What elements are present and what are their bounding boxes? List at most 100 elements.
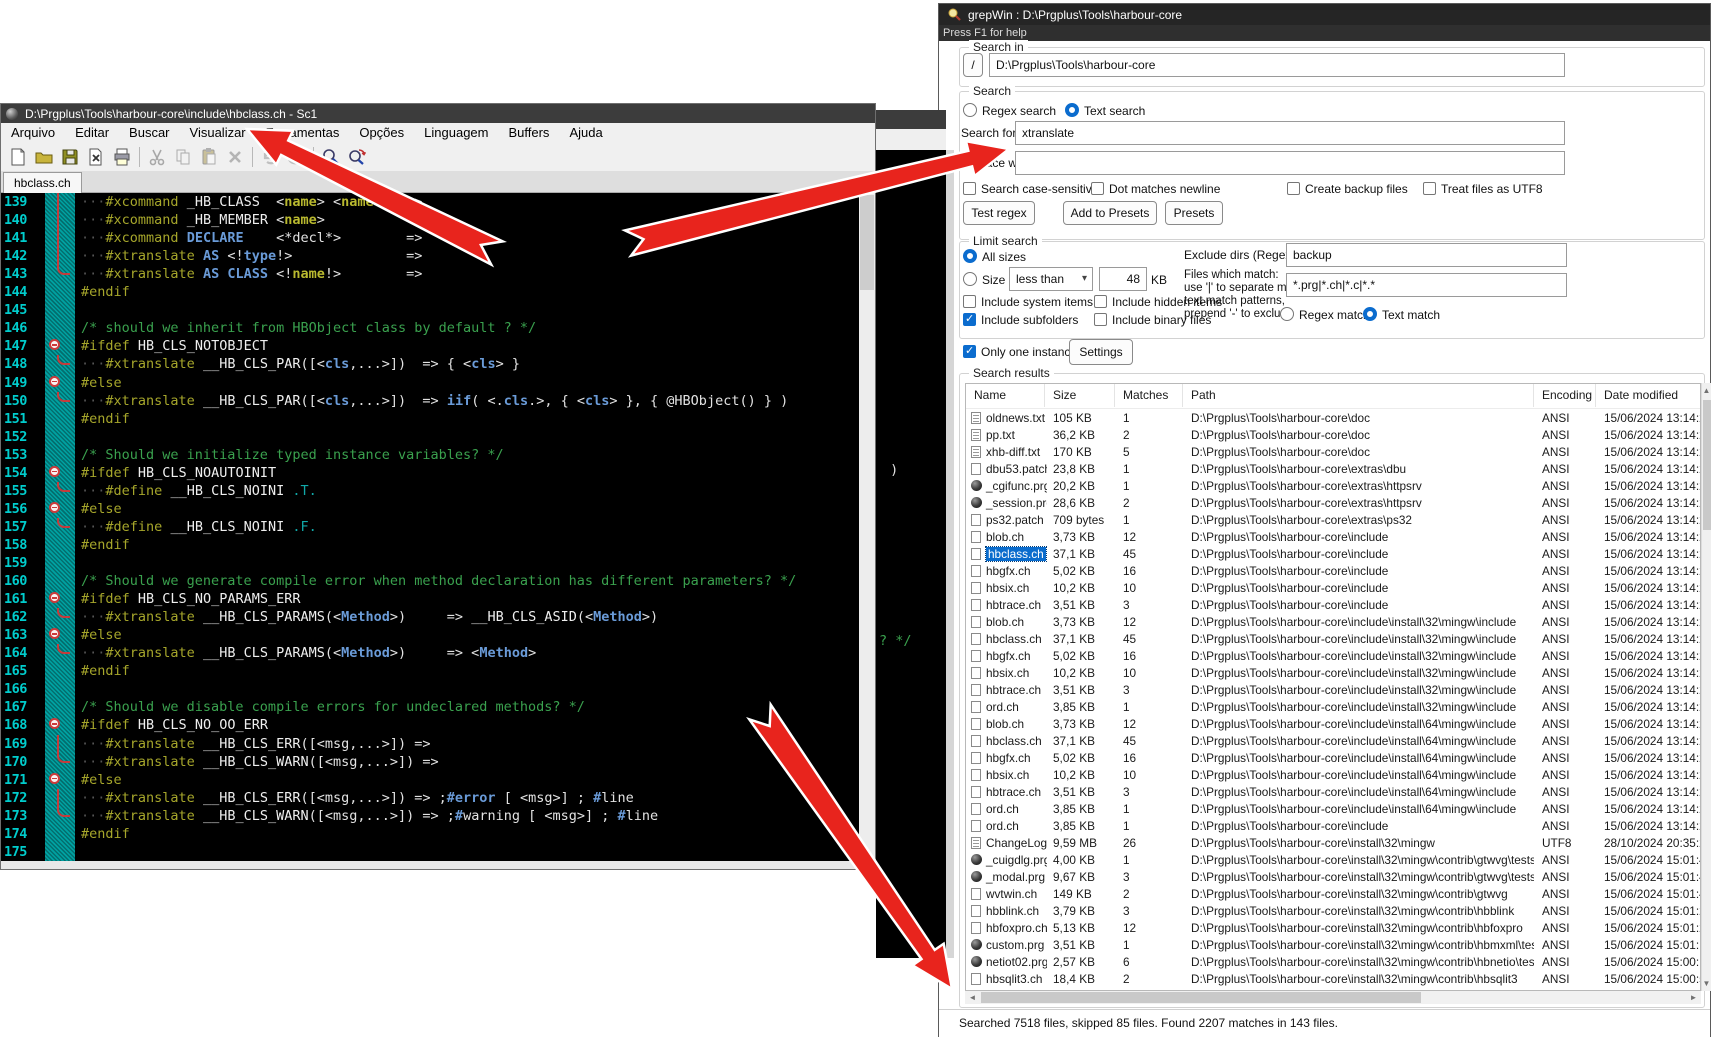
fold-collapse-icon[interactable] <box>49 718 60 730</box>
case-sensitive-checkbox[interactable] <box>963 182 976 195</box>
text-search-radio-label[interactable]: Text search <box>1084 104 1145 118</box>
result-row[interactable]: blob.ch 3,73 KB 12 D:\Prgplus\Tools\harbour… <box>966 614 1700 631</box>
copy-icon[interactable] <box>170 145 196 169</box>
result-row[interactable]: hbclass.ch 37,1 KB 45 D:\Prgplus\Tools\harb… <box>966 733 1700 750</box>
size-value-input[interactable]: 48 <box>1099 267 1147 291</box>
print-icon[interactable] <box>109 145 135 169</box>
grepwin-titlebar[interactable]: grepWin : D:\Prgplus\Tools\harbour-core <box>939 4 1710 25</box>
result-row[interactable]: hbsix.ch 10,2 KB 10 D:\Prgplus\Tools\harbou… <box>966 665 1700 682</box>
scroll-right-icon[interactable]: ► <box>1686 991 1701 1004</box>
column-header-name[interactable]: Name <box>966 384 1045 407</box>
new-icon[interactable] <box>5 145 31 169</box>
replace-with-input[interactable] <box>1015 151 1565 175</box>
result-row[interactable]: ord.ch 3,85 KB 1 D:\Prgplus\Tools\harbour-c… <box>966 818 1700 835</box>
result-row[interactable]: hbsqlit3.ch 18,4 KB 2 D:\Prgplus\Tools\harb… <box>966 971 1700 988</box>
include-system-checkbox[interactable] <box>963 295 976 308</box>
text-match-label[interactable]: Text match <box>1382 308 1440 322</box>
utf8-checkbox[interactable] <box>1423 182 1436 195</box>
regex-search-radio-label[interactable]: Regex search <box>982 104 1056 118</box>
cut-icon[interactable] <box>144 145 170 169</box>
result-row[interactable]: blob.ch 3,73 KB 12 D:\Prgplus\Tools\harbour… <box>966 529 1700 546</box>
close-icon[interactable] <box>83 145 109 169</box>
result-row[interactable]: hbfoxpro.ch 5,13 KB 12 D:\Prgplus\Tools\har… <box>966 920 1700 937</box>
column-header-matches[interactable]: Matches <box>1115 384 1183 407</box>
scroll-down-icon[interactable]: ▼ <box>1702 976 1711 991</box>
results-hscrollbar[interactable]: ◄ ► <box>965 991 1701 1004</box>
column-header-date-modified[interactable]: Date modified <box>1596 384 1700 407</box>
search-for-input[interactable]: xtranslate <box>1015 121 1565 145</box>
result-row[interactable]: oldnews.txt 105 KB 1 D:\Prgplus\Tools\harbo… <box>966 410 1700 427</box>
result-row[interactable]: ord.ch 3,85 KB 1 D:\Prgplus\Tools\harbour-c… <box>966 801 1700 818</box>
save-icon[interactable] <box>57 145 83 169</box>
text-search-radio[interactable] <box>1065 103 1079 117</box>
result-row[interactable]: ChangeLog.txt 9,59 MB 26 D:\Prgplus\Tools\h… <box>966 835 1700 852</box>
dot-matches-newline-checkbox[interactable] <box>1091 182 1104 195</box>
case-sensitive-label[interactable]: Search case-sensitive <box>981 182 1098 196</box>
replace-icon[interactable] <box>344 145 370 169</box>
column-header-path[interactable]: Path <box>1183 384 1534 407</box>
menu-ajuda[interactable]: Ajuda <box>559 123 612 143</box>
presets-button[interactable]: Presets <box>1165 201 1223 225</box>
add-to-presets-button[interactable]: Add to Presets <box>1063 201 1157 225</box>
editor-hscrollbar[interactable] <box>1 861 859 869</box>
result-row[interactable]: hbclass.ch 37,1 KB 45 D:\Prgplus\Tools\harb… <box>966 631 1700 648</box>
result-row[interactable]: blob.ch 3,73 KB 12 D:\Prgplus\Tools\harbour… <box>966 716 1700 733</box>
only-one-instance-checkbox[interactable] <box>963 344 976 358</box>
create-backup-label[interactable]: Create backup files <box>1305 182 1408 196</box>
result-row[interactable]: netiot02.prg 2,57 KB 6 D:\Prgplus\Tools\har… <box>966 954 1700 971</box>
scroll-up-icon[interactable]: ▲ <box>1702 383 1711 398</box>
exclude-dirs-input[interactable]: backup <box>1286 243 1567 267</box>
fold-collapse-icon[interactable] <box>49 465 60 477</box>
menu-ferramentas[interactable]: Ferramentas <box>256 123 350 143</box>
result-row[interactable]: hbsix.ch 10,2 KB 10 D:\Prgplus\Tools\harbou… <box>966 767 1700 784</box>
text-match-radio[interactable] <box>1363 307 1377 321</box>
tab-hbclass[interactable]: hbclass.ch <box>3 172 82 193</box>
result-row[interactable]: _cgifunc.prg 20,2 KB 1 D:\Prgplus\Tools\har… <box>966 478 1700 495</box>
result-row[interactable]: ps32.patch 709 bytes 1 D:\Prgplus\Tools\har… <box>966 512 1700 529</box>
code-area[interactable]: 139 ···#xcommand _HB_CLASS <name> <name> … <box>1 193 859 861</box>
include-subfolders-label[interactable]: Include subfolders <box>981 313 1078 327</box>
results-vscrollbar[interactable]: ▲ ▼ <box>1701 383 1711 991</box>
paste-icon[interactable] <box>196 145 222 169</box>
result-row[interactable]: dbu53.patch 23,8 KB 1 D:\Prgplus\Tools\harb… <box>966 461 1700 478</box>
include-system-label[interactable]: Include system items <box>981 295 1093 309</box>
result-row[interactable]: ord.ch 3,85 KB 1 D:\Prgplus\Tools\harbour-c… <box>966 699 1700 716</box>
search-path-input[interactable]: D:\Prgplus\Tools\harbour-core <box>989 53 1565 77</box>
result-row[interactable]: hbblink.ch 3,79 KB 3 D:\Prgplus\Tools\harbo… <box>966 903 1700 920</box>
dot-matches-newline-label[interactable]: Dot matches newline <box>1109 182 1220 196</box>
fold-collapse-icon[interactable] <box>49 339 60 351</box>
utf8-label[interactable]: Treat files as UTF8 <box>1441 182 1543 196</box>
fold-collapse-icon[interactable] <box>49 592 60 604</box>
menu-arquivo[interactable]: Arquivo <box>1 123 65 143</box>
find-icon[interactable] <box>318 145 344 169</box>
menu-buscar[interactable]: Buscar <box>119 123 179 143</box>
scroll-left-icon[interactable]: ◄ <box>965 991 980 1004</box>
files-match-input[interactable]: *.prg|*.ch|*.c|*.* <box>1286 273 1567 297</box>
result-row[interactable]: _cuigdlg.prg 4,00 KB 1 D:\Prgplus\Tools\har… <box>966 852 1700 869</box>
redo-icon[interactable] <box>283 145 309 169</box>
editor-vscrollbar[interactable] <box>859 193 875 861</box>
menu-visualizar[interactable]: Visualizar <box>180 123 256 143</box>
result-row[interactable]: hbtrace.ch 3,51 KB 3 D:\Prgplus\Tools\harbo… <box>966 597 1700 614</box>
size-operator-select[interactable]: less than ▾ <box>1009 267 1093 291</box>
fold-collapse-icon[interactable] <box>49 628 60 640</box>
result-row[interactable]: wvtwin.ch 149 KB 2 D:\Prgplus\Tools\harbour… <box>966 886 1700 903</box>
test-regex-button[interactable]: Test regex <box>963 201 1035 225</box>
result-row[interactable]: hbgfx.ch 5,02 KB 16 D:\Prgplus\Tools\harbou… <box>966 750 1700 767</box>
slash-button[interactable]: / <box>963 53 983 77</box>
result-row[interactable]: hbtrace.ch 3,51 KB 3 D:\Prgplus\Tools\harbo… <box>966 682 1700 699</box>
include-subfolders-checkbox[interactable] <box>963 312 976 326</box>
include-binary-checkbox[interactable] <box>1094 313 1107 326</box>
result-row[interactable]: hbtrace.ch 3,51 KB 3 D:\Prgplus\Tools\harbo… <box>966 784 1700 801</box>
result-row[interactable]: hbgfx.ch 5,02 KB 16 D:\Prgplus\Tools\harbou… <box>966 648 1700 665</box>
create-backup-checkbox[interactable] <box>1287 182 1300 195</box>
result-row[interactable]: custom.prg 3,51 KB 1 D:\Prgplus\Tools\harbo… <box>966 937 1700 954</box>
result-row[interactable]: hbgfx.ch 5,02 KB 16 D:\Prgplus\Tools\harbou… <box>966 563 1700 580</box>
delete-icon[interactable] <box>222 145 248 169</box>
fold-collapse-icon[interactable] <box>49 375 60 387</box>
column-header-encoding[interactable]: Encoding <box>1534 384 1596 407</box>
result-row[interactable]: pp.txt 36,2 KB 2 D:\Prgplus\Tools\harbour-c… <box>966 427 1700 444</box>
size-is-radio[interactable] <box>963 272 977 286</box>
open-icon[interactable] <box>31 145 57 169</box>
all-sizes-label[interactable]: All sizes <box>982 250 1026 264</box>
